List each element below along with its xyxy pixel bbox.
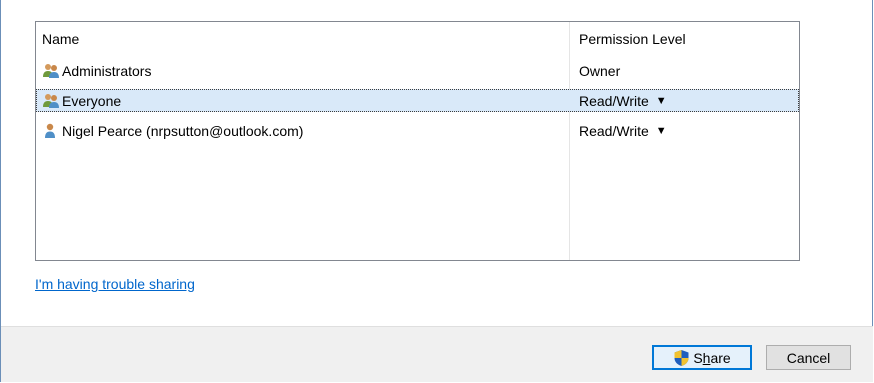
list-item-nigel-pearce[interactable]: Nigel Pearce (nrpsutton@outlook.com) Rea…: [36, 119, 799, 142]
name-cell: Nigel Pearce (nrpsutton@outlook.com): [42, 121, 303, 140]
column-header-permission[interactable]: Permission Level: [579, 31, 686, 47]
share-button[interactable]: Share: [652, 345, 752, 370]
user-icon: [42, 123, 60, 139]
permission-cell: Owner: [579, 61, 620, 80]
cancel-button[interactable]: Cancel: [766, 345, 851, 370]
user-name: Administrators: [62, 62, 152, 79]
dropdown-arrow-icon[interactable]: ▼: [656, 125, 667, 137]
name-cell: Everyone: [42, 91, 121, 110]
trouble-sharing-link[interactable]: I'm having trouble sharing: [35, 276, 195, 292]
uac-shield-icon: [673, 349, 690, 367]
name-cell: Administrators: [42, 61, 151, 80]
share-dialog: Name Permission Level Administrators Own…: [0, 0, 873, 382]
user-name: Everyone: [62, 92, 122, 109]
permission-level: Read/Write: [579, 92, 649, 109]
share-label: Share: [693, 349, 731, 366]
user-name: Nigel Pearce (nrpsutton@outlook.com): [62, 122, 304, 139]
group-icon: [42, 63, 60, 79]
permission-level: Read/Write: [579, 122, 649, 139]
permission-dropdown[interactable]: Read/Write ▼: [579, 91, 667, 110]
dialog-footer: Share Cancel: [1, 326, 873, 382]
permission-level: Owner: [579, 62, 621, 79]
list-item-administrators[interactable]: Administrators Owner: [36, 59, 799, 82]
column-header-name[interactable]: Name: [42, 31, 79, 47]
list-item-everyone[interactable]: Everyone Read/Write ▼: [36, 89, 799, 112]
list-header: Name Permission Level: [36, 22, 799, 56]
permissions-list[interactable]: Name Permission Level Administrators Own…: [35, 21, 800, 261]
permission-dropdown[interactable]: Read/Write ▼: [579, 121, 667, 140]
group-icon: [42, 93, 60, 109]
dropdown-arrow-icon[interactable]: ▼: [656, 95, 667, 107]
